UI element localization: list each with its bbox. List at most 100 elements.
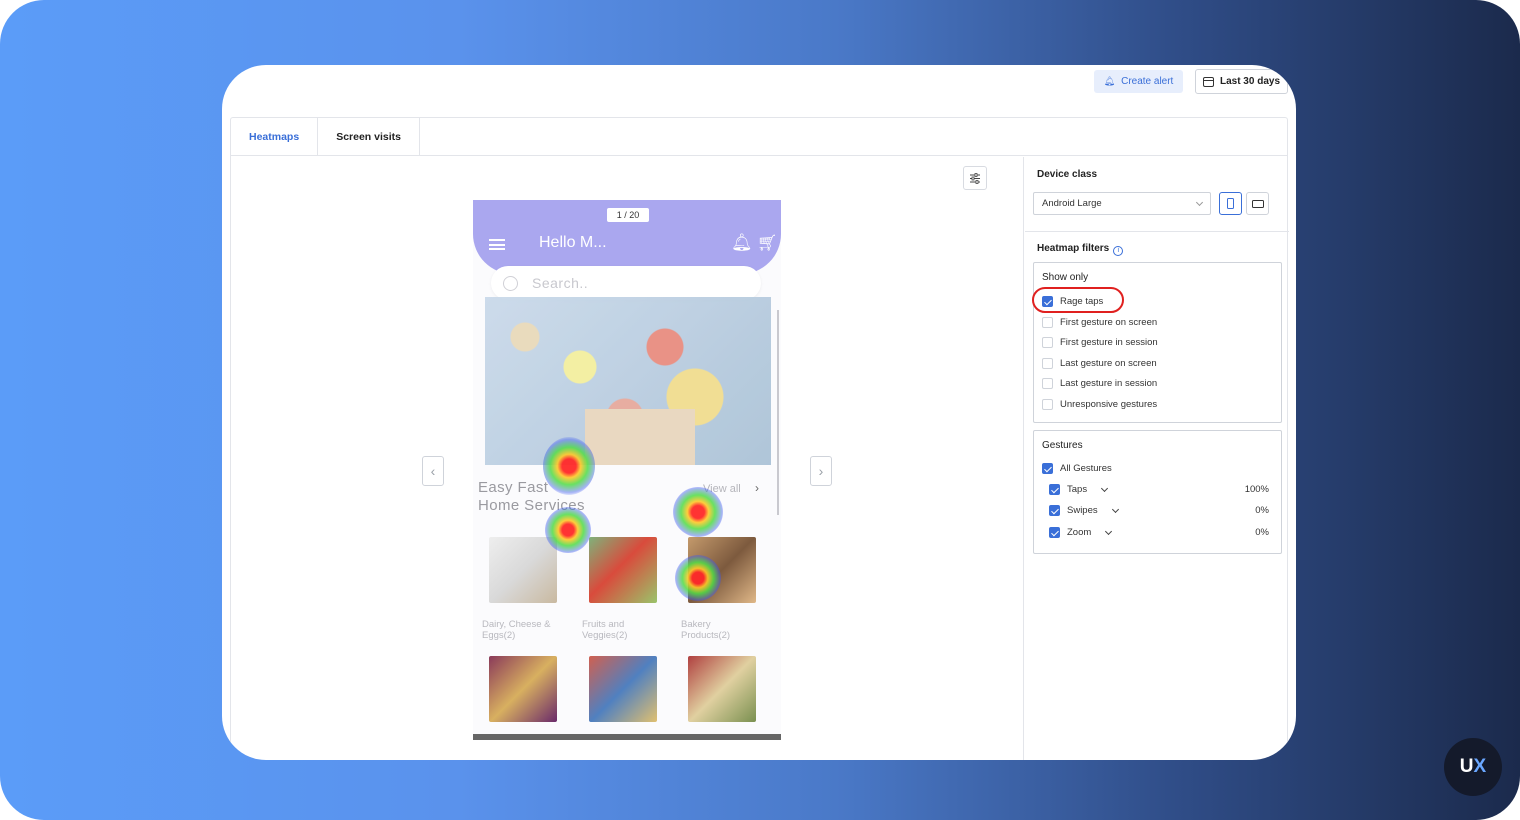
tablet-icon bbox=[1251, 199, 1264, 208]
filter-label: Last gesture on screen bbox=[1060, 358, 1157, 369]
checkbox-checked[interactable] bbox=[1042, 463, 1053, 474]
category-label-line2: Products(2) bbox=[681, 630, 731, 641]
filter-last-gesture-session[interactable]: Last gesture in session bbox=[1042, 378, 1157, 389]
category-label-line1: Bakery bbox=[681, 619, 711, 630]
menu-icon bbox=[489, 239, 505, 250]
screen-scrollbar bbox=[777, 310, 779, 515]
category-label: Dairy, Cheese & Eggs(2) bbox=[482, 619, 550, 641]
product-thumb bbox=[489, 656, 557, 722]
logo-letter-x: X bbox=[1473, 756, 1487, 777]
device-selected-value: Android Large bbox=[1042, 198, 1102, 209]
category-thumb-fruits bbox=[589, 537, 657, 603]
gesture-percentage: 0% bbox=[1255, 505, 1269, 516]
sliders-icon bbox=[970, 172, 980, 184]
filter-label: Unresponsive gestures bbox=[1060, 399, 1158, 410]
bell-icon: 🔔︎ bbox=[1103, 76, 1116, 86]
chevron-down-icon[interactable] bbox=[1111, 505, 1119, 513]
app-screenshot: 1 / 20 Hello M... 🔔︎ 🛒︎ Search.. Easy Fa… bbox=[473, 200, 781, 740]
hero-image bbox=[485, 297, 771, 465]
gesture-label: Swipes bbox=[1067, 505, 1098, 516]
gesture-label: Taps bbox=[1067, 484, 1088, 495]
heatmap-filters-label: Heatmap filters bbox=[1037, 243, 1110, 254]
ux-logo-badge: UX bbox=[1444, 738, 1502, 796]
heatmap-hotspot bbox=[543, 437, 595, 495]
gesture-label: Zoom bbox=[1067, 527, 1092, 538]
checkbox-unchecked[interactable] bbox=[1042, 317, 1053, 328]
search-placeholder: Search.. bbox=[532, 275, 589, 291]
category-label: Fruits and Veggies(2) bbox=[582, 619, 627, 641]
tab-heatmaps[interactable]: Heatmaps bbox=[231, 118, 319, 156]
chevron-down-icon[interactable] bbox=[1105, 527, 1113, 535]
filter-last-gesture-screen[interactable]: Last gesture on screen bbox=[1042, 358, 1157, 369]
category-thumb-dairy bbox=[489, 537, 557, 603]
heatmap-hotspot bbox=[673, 487, 723, 537]
chevron-down-icon bbox=[1195, 198, 1204, 207]
app-window: 🔔︎ Create alert Last 30 days Heatmaps Sc… bbox=[222, 65, 1296, 760]
background-frame: 🔔︎ Create alert Last 30 days Heatmaps Sc… bbox=[0, 0, 1520, 820]
date-range-button[interactable]: Last 30 days bbox=[1195, 69, 1288, 94]
filter-unresponsive-gestures[interactable]: Unresponsive gestures bbox=[1042, 399, 1157, 410]
product-thumb bbox=[589, 656, 657, 722]
checkbox-checked[interactable] bbox=[1049, 505, 1060, 516]
product-thumb bbox=[688, 656, 756, 722]
checkbox-unchecked[interactable] bbox=[1042, 378, 1053, 389]
gesture-percentage: 100% bbox=[1244, 484, 1269, 495]
checkbox-unchecked[interactable] bbox=[1042, 399, 1053, 410]
page-counter: 1 / 20 bbox=[607, 208, 649, 222]
heatmap-panel: Heatmaps Screen visits ‹ › 1 / 20 Hello … bbox=[230, 117, 1289, 760]
create-alert-button[interactable]: 🔔︎ Create alert bbox=[1094, 70, 1183, 93]
gesture-zoom[interactable]: Zoom bbox=[1049, 527, 1113, 538]
divider bbox=[1025, 231, 1289, 232]
all-gestures-label: All Gestures bbox=[1060, 463, 1112, 474]
filter-settings-button[interactable] bbox=[963, 166, 987, 190]
chevron-right-icon: › bbox=[755, 481, 759, 495]
filters-sidebar: Device class Android Large Heatmap filte… bbox=[1025, 157, 1289, 760]
category-label-line1: Dairy, Cheese & bbox=[482, 619, 551, 630]
chevron-right-icon: › bbox=[818, 463, 824, 479]
next-screen-button[interactable]: › bbox=[810, 456, 832, 486]
chevron-left-icon: ‹ bbox=[430, 463, 436, 479]
filter-first-gesture-screen[interactable]: First gesture on screen bbox=[1042, 317, 1157, 328]
heatmap-filters-heading: Heatmap filters i bbox=[1037, 243, 1124, 256]
date-range-label: Last 30 days bbox=[1219, 76, 1281, 87]
heatmap-hotspot bbox=[675, 555, 721, 601]
tab-screen-visits[interactable]: Screen visits bbox=[318, 118, 420, 156]
checkbox-checked[interactable] bbox=[1049, 527, 1060, 538]
portrait-device-button[interactable] bbox=[1219, 192, 1242, 215]
search-icon bbox=[503, 275, 518, 291]
chevron-down-icon[interactable] bbox=[1101, 484, 1109, 492]
tab-bar: Heatmaps Screen visits bbox=[231, 118, 1287, 156]
landscape-device-button[interactable] bbox=[1246, 192, 1269, 215]
heatmap-hotspot bbox=[545, 507, 591, 553]
gesture-percentage: 0% bbox=[1255, 527, 1269, 538]
info-icon[interactable]: i bbox=[1113, 246, 1124, 256]
gesture-taps[interactable]: Taps bbox=[1049, 484, 1109, 495]
filter-label: Last gesture in session bbox=[1060, 378, 1158, 389]
rage-taps-highlight bbox=[1032, 287, 1124, 313]
category-label-line2: Veggies(2) bbox=[582, 630, 628, 641]
greeting-text: Hello M... bbox=[539, 234, 607, 251]
all-gestures-toggle[interactable]: All Gestures bbox=[1042, 463, 1112, 474]
filter-first-gesture-session[interactable]: First gesture in session bbox=[1042, 337, 1158, 348]
gestures-label: Gestures bbox=[1042, 440, 1083, 451]
cart-icon: 🛒︎ bbox=[757, 235, 778, 252]
heatmap-viewer: ‹ › 1 / 20 Hello M... 🔔︎ 🛒︎ Search.. Eas… bbox=[231, 157, 1024, 760]
checkbox-unchecked[interactable] bbox=[1042, 337, 1053, 348]
category-label: Bakery Products(2) bbox=[681, 619, 730, 641]
device-class-select[interactable]: Android Large bbox=[1033, 192, 1211, 215]
checkbox-unchecked[interactable] bbox=[1042, 358, 1053, 369]
category-label-line1: Fruits and bbox=[582, 619, 625, 630]
filter-label: First gesture on screen bbox=[1060, 317, 1158, 328]
checkbox-checked[interactable] bbox=[1049, 484, 1060, 495]
create-alert-label: Create alert bbox=[1121, 76, 1174, 87]
app-search-bar: Search.. bbox=[491, 266, 761, 300]
grocery-bag-shape bbox=[585, 409, 695, 465]
notification-bell-icon: 🔔︎ bbox=[731, 233, 753, 252]
category-label-line2: Eggs(2) bbox=[482, 630, 516, 641]
gesture-swipes[interactable]: Swipes bbox=[1049, 505, 1119, 516]
previous-screen-button[interactable]: ‹ bbox=[422, 456, 444, 486]
filter-label: First gesture in session bbox=[1060, 337, 1158, 348]
logo-letter-u: U bbox=[1459, 756, 1474, 777]
gestures-group: Gestures All Gestures Taps 100% Swipes 0… bbox=[1033, 430, 1282, 554]
device-class-label: Device class bbox=[1037, 169, 1098, 180]
